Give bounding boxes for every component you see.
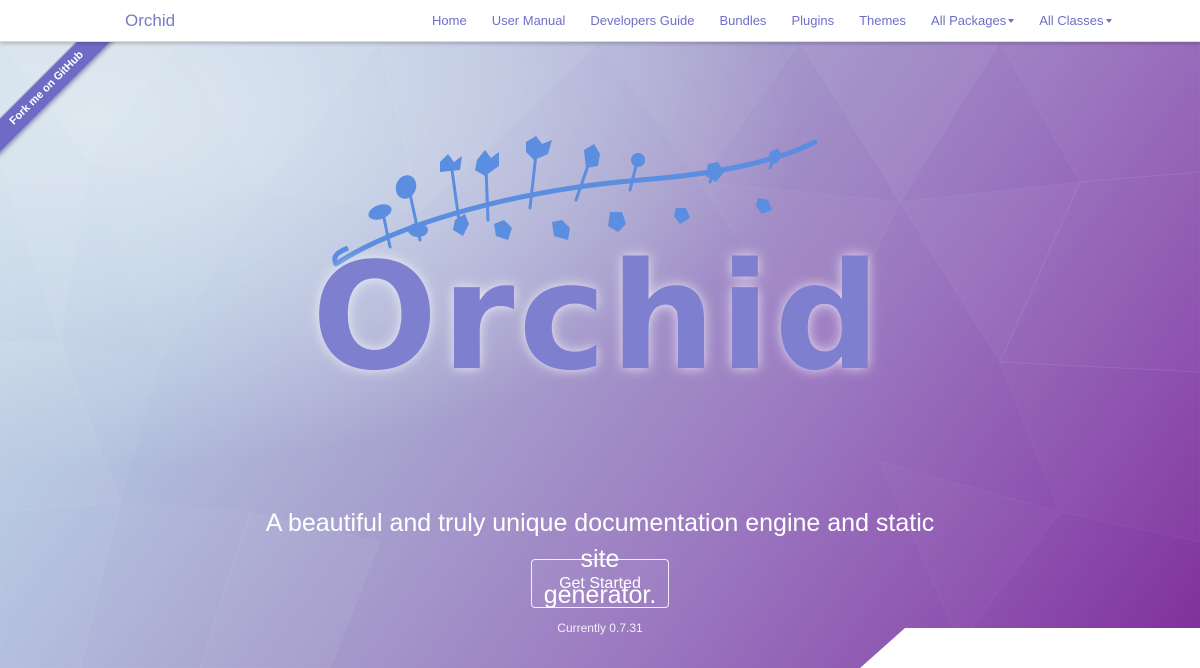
nav-themes[interactable]: Themes (859, 13, 906, 28)
nav-all-packages-label: All Packages (931, 13, 1007, 28)
get-started-button[interactable]: Get Started (531, 559, 669, 608)
version-text: Currently 0.7.31 (557, 621, 643, 635)
top-navbar: Orchid Home User Manual Developers Guide… (0, 0, 1200, 42)
nav-all-classes-label: All Classes (1039, 13, 1104, 28)
fork-ribbon-container: Fork me on GitHub (0, 42, 130, 172)
brand-link[interactable]: Orchid (125, 11, 175, 31)
caret-down-icon (1008, 19, 1015, 23)
nav-home[interactable]: Home (432, 13, 467, 28)
nav-all-packages-dropdown[interactable]: All Packages (931, 13, 1015, 28)
caret-down-icon (1105, 19, 1112, 23)
nav-links: Home User Manual Developers Guide Bundle… (432, 13, 1112, 28)
fork-on-github-ribbon[interactable]: Fork me on GitHub (0, 42, 124, 165)
nav-all-classes-dropdown[interactable]: All Classes (1039, 13, 1112, 28)
nav-plugins[interactable]: Plugins (791, 13, 834, 28)
hero-section: Orchid A beautiful and truly unique docu… (0, 42, 1200, 668)
nav-developers-guide[interactable]: Developers Guide (590, 13, 694, 28)
nav-user-manual[interactable]: User Manual (492, 13, 566, 28)
nav-bundles[interactable]: Bundles (719, 13, 766, 28)
